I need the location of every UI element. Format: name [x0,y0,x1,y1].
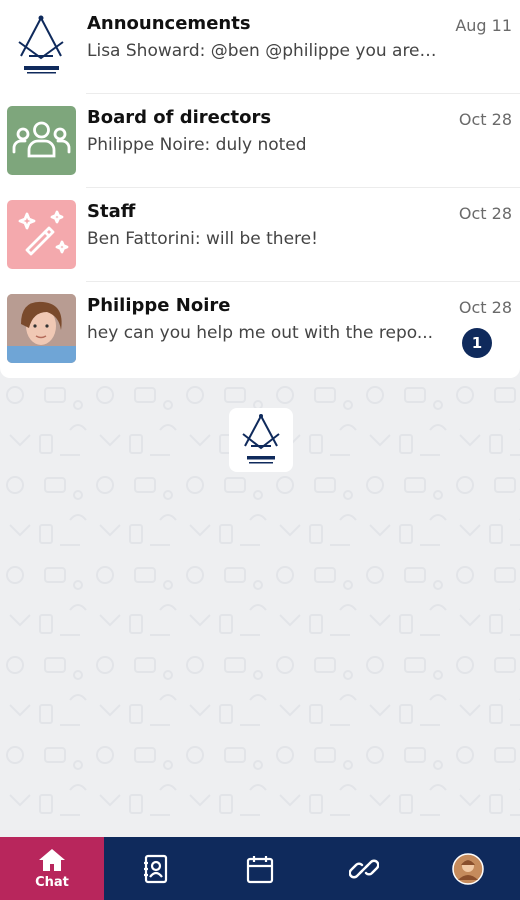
chat-name: Announcements [87,13,251,34]
lodge-logo [229,408,293,472]
chat-name: Board of directors [87,107,272,128]
group-icon [7,106,76,175]
chat-row-staff[interactable]: Staff Ben Fattorini: will be there! Oct … [0,188,520,282]
chat-name: Staff [87,201,136,222]
bottom-nav: Chat [0,837,520,900]
chat-row-philippe-noire[interactable]: Philippe Noire hey can you help me out w… [0,282,520,376]
chat-preview: hey can you help me out with the repo... [87,323,434,343]
nav-profile[interactable] [416,837,520,900]
chat-row-announcements[interactable]: Announcements Lisa Showard: @ben @philip… [0,0,520,94]
chat-preview: Philippe Noire: duly noted [87,135,307,155]
user-photo [7,294,76,363]
home-icon [39,849,65,871]
chat-list: Announcements Lisa Showard: @ben @philip… [0,0,520,378]
chat-date: Oct 28 [458,298,512,317]
contacts-icon [144,854,168,883]
chat-name: Philippe Noire [87,295,231,316]
nav-chat-label: Chat [35,875,69,890]
chat-date: Aug 11 [455,16,512,35]
link-icon [349,859,379,878]
chat-date: Oct 28 [458,204,512,223]
nav-chat[interactable]: Chat [0,837,104,900]
chat-date: Oct 28 [458,110,512,129]
chat-preview: Ben Fattorini: will be there! [87,229,318,249]
profile-avatar [452,852,484,885]
unread-badge: 1 [462,328,492,358]
magic-wand-icon [7,200,76,269]
calendar-icon [246,855,274,883]
lodge-logo-avatar [7,12,76,81]
chat-preview: Lisa Showard: @ben @philippe you are ... [87,41,437,61]
chat-row-board-of-directors[interactable]: Board of directors Philippe Noire: duly … [0,94,520,188]
nav-calendar[interactable] [208,837,312,900]
nav-links[interactable] [312,837,416,900]
nav-contacts[interactable] [104,837,208,900]
